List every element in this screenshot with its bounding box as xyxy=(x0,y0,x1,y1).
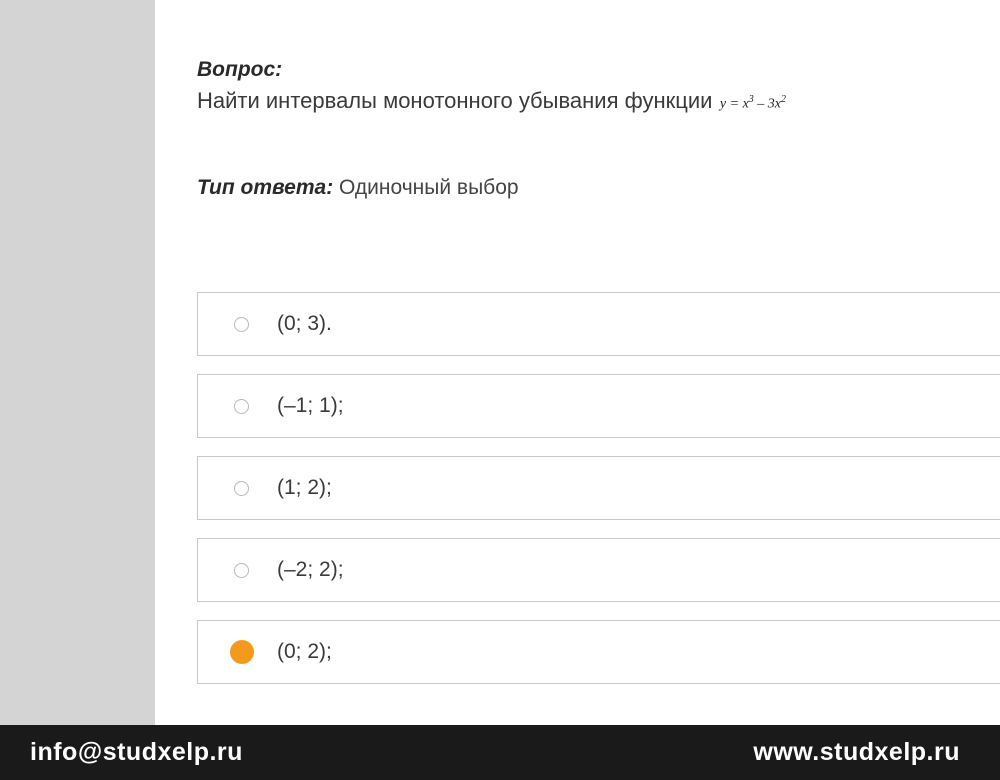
answer-type-value: Одиночный выбор xyxy=(339,176,519,199)
option-text: (–1; 1); xyxy=(277,394,344,418)
radio-icon[interactable] xyxy=(234,399,249,414)
radio-icon[interactable] xyxy=(234,481,249,496)
option-1[interactable]: (–1; 1); xyxy=(197,374,1000,438)
option-text: (0; 3). xyxy=(277,312,332,336)
radio-icon[interactable] xyxy=(234,563,249,578)
option-0[interactable]: (0; 3). xyxy=(197,292,1000,356)
option-text: (1; 2); xyxy=(277,476,332,500)
question-row: Найти интервалы монотонного убывания фун… xyxy=(197,88,1000,114)
option-text: (–2; 2); xyxy=(277,558,344,582)
radio-icon[interactable] xyxy=(234,317,249,332)
footer-email: info@studxelp.ru xyxy=(30,738,243,767)
footer: info@studxelp.ru www.studxelp.ru xyxy=(0,725,1000,780)
question-label: Вопрос: xyxy=(197,58,1000,82)
footer-website: www.studxelp.ru xyxy=(753,738,960,767)
options-container: (0; 3). (–1; 1); (1; 2); (–2; 2); (0; 2)… xyxy=(197,292,1000,684)
option-2[interactable]: (1; 2); xyxy=(197,456,1000,520)
content-card: Вопрос: Найти интервалы монотонного убыв… xyxy=(155,0,1000,725)
answer-type-label: Тип ответа: xyxy=(197,176,333,199)
option-4[interactable]: (0; 2); xyxy=(197,620,1000,684)
question-formula: y = x3 – 3x2 xyxy=(716,94,786,113)
answer-type-row: Тип ответа: Одиночный выбор xyxy=(197,176,1000,200)
question-text: Найти интервалы монотонного убывания фун… xyxy=(197,88,712,114)
option-3[interactable]: (–2; 2); xyxy=(197,538,1000,602)
option-text: (0; 2); xyxy=(277,640,332,664)
radio-selected-icon[interactable] xyxy=(230,640,254,664)
